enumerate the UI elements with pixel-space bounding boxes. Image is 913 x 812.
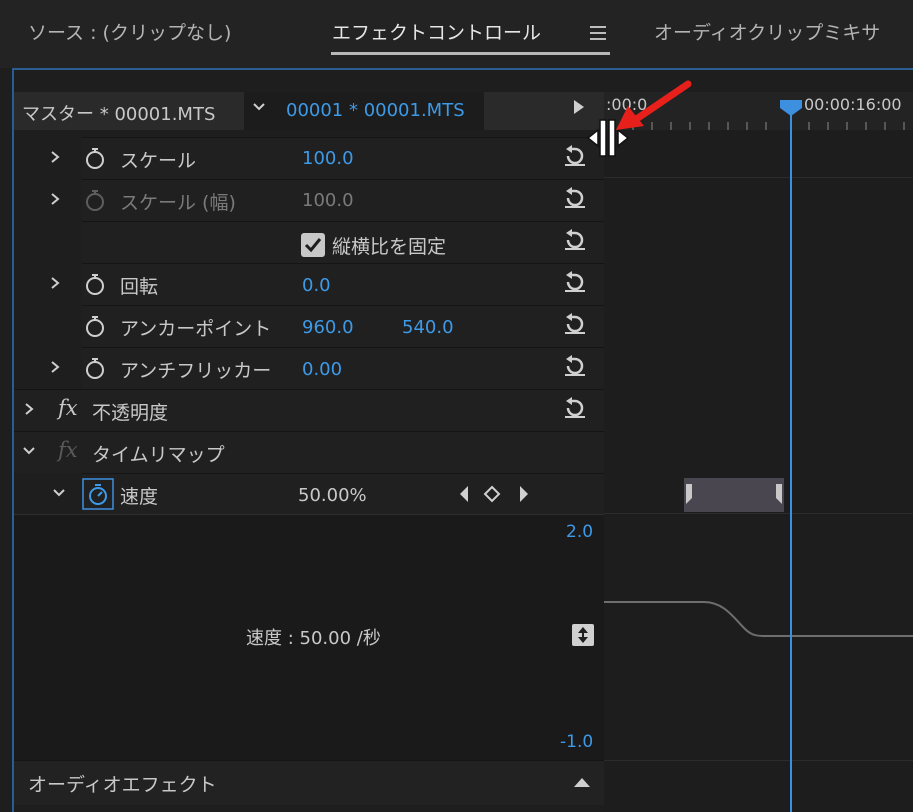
audio-effects-label: オーディオエフェクト xyxy=(28,774,217,796)
scale-width-value: 100.0 xyxy=(302,190,354,211)
chevron-right-icon[interactable] xyxy=(22,402,36,416)
timeline-row-divider xyxy=(604,177,913,178)
tab-audio-clip-mixer[interactable]: オーディオクリップミキサ xyxy=(654,18,880,45)
stopwatch-icon[interactable] xyxy=(84,314,106,338)
stopwatch-icon[interactable] xyxy=(84,356,106,380)
property-label-anchor-point: アンカーポイント xyxy=(120,318,272,340)
ruler-timecode: 00:00:16:00 xyxy=(804,95,902,114)
stopwatch-icon[interactable] xyxy=(84,272,106,296)
graph-scale-toggle-icon[interactable] xyxy=(572,624,594,646)
stopwatch-icon[interactable] xyxy=(84,146,106,170)
reset-parameter-icon[interactable] xyxy=(562,354,588,378)
timeline-track-area[interactable] xyxy=(604,130,913,812)
property-label-rotation: 回転 xyxy=(120,276,159,298)
reset-parameter-icon[interactable] xyxy=(562,186,588,210)
property-label-scale: スケール xyxy=(120,150,197,172)
anti-flicker-value[interactable]: 0.00 xyxy=(302,359,342,380)
uniform-scale-checkbox[interactable] xyxy=(300,232,326,258)
speed-value[interactable]: 50.00% xyxy=(298,485,367,506)
speed-graph-curve[interactable] xyxy=(604,596,913,640)
master-clip-label[interactable]: マスター * 00001.MTS xyxy=(22,100,215,126)
rotation-value[interactable]: 0.0 xyxy=(302,275,331,296)
timeline-row-divider xyxy=(604,760,913,761)
reset-parameter-icon[interactable] xyxy=(562,144,588,168)
graph-min-value: -1.0 xyxy=(560,732,594,752)
property-label-anti-flicker: アンチフリッカー xyxy=(120,360,272,382)
chevron-right-icon[interactable] xyxy=(48,360,62,374)
effect-label-time-remap: タイムリマップ xyxy=(92,444,225,466)
tab-effect-controls[interactable]: エフェクトコントロール xyxy=(332,18,541,45)
next-keyframe-icon[interactable] xyxy=(520,486,528,502)
chevron-right-icon[interactable] xyxy=(48,276,62,290)
reset-parameter-icon[interactable] xyxy=(562,312,588,336)
annotation-arrow-icon xyxy=(616,80,692,130)
property-row-rotation xyxy=(82,263,604,305)
reset-parameter-icon[interactable] xyxy=(562,270,588,294)
panel-focus-border-top xyxy=(12,68,913,70)
chevron-down-icon[interactable] xyxy=(252,100,266,114)
chevron-down-icon[interactable] xyxy=(22,444,36,458)
scale-value[interactable]: 100.0 xyxy=(302,148,354,169)
collapse-triangle-icon[interactable] xyxy=(574,778,590,787)
stopwatch-active-icon[interactable] xyxy=(82,478,114,510)
show-timeline-toggle-icon[interactable] xyxy=(574,100,584,114)
effect-label-opacity: 不透明度 xyxy=(92,402,169,424)
previous-keyframe-icon[interactable] xyxy=(460,486,468,502)
active-tab-indicator xyxy=(331,52,610,55)
graph-speed-readout: 速度 : 50.00 /秒 xyxy=(246,628,381,649)
playhead-line[interactable] xyxy=(790,110,792,812)
reset-parameter-icon[interactable] xyxy=(562,396,588,420)
reset-parameter-icon[interactable] xyxy=(562,228,588,252)
graph-max-value: 2.0 xyxy=(566,522,594,542)
sequence-clip-label[interactable]: 00001 * 00001.MTS xyxy=(286,100,465,121)
property-label-scale-width: スケール (幅) xyxy=(120,192,236,214)
anchor-point-y-value[interactable]: 540.0 xyxy=(402,317,454,338)
stopwatch-icon xyxy=(86,190,104,211)
timeline-row-divider xyxy=(604,513,913,514)
uniform-scale-label: 縦横比を固定 xyxy=(332,236,447,258)
fx-toggle-icon[interactable]: fx xyxy=(58,396,78,420)
chevron-down-icon[interactable] xyxy=(52,486,66,500)
tab-source[interactable]: ソース : (クリップなし) xyxy=(28,18,231,45)
panel-menu-icon[interactable] xyxy=(590,26,606,40)
chevron-right-icon[interactable] xyxy=(48,192,62,206)
add-keyframe-icon[interactable] xyxy=(483,485,501,503)
keyframe-navigator xyxy=(460,485,528,503)
fx-toggle-icon: fx xyxy=(58,438,78,462)
anchor-point-x-value[interactable]: 960.0 xyxy=(302,317,354,338)
speed-keyframe-block[interactable] xyxy=(684,478,784,512)
property-label-speed: 速度 xyxy=(120,486,159,508)
chevron-right-icon[interactable] xyxy=(48,150,62,164)
